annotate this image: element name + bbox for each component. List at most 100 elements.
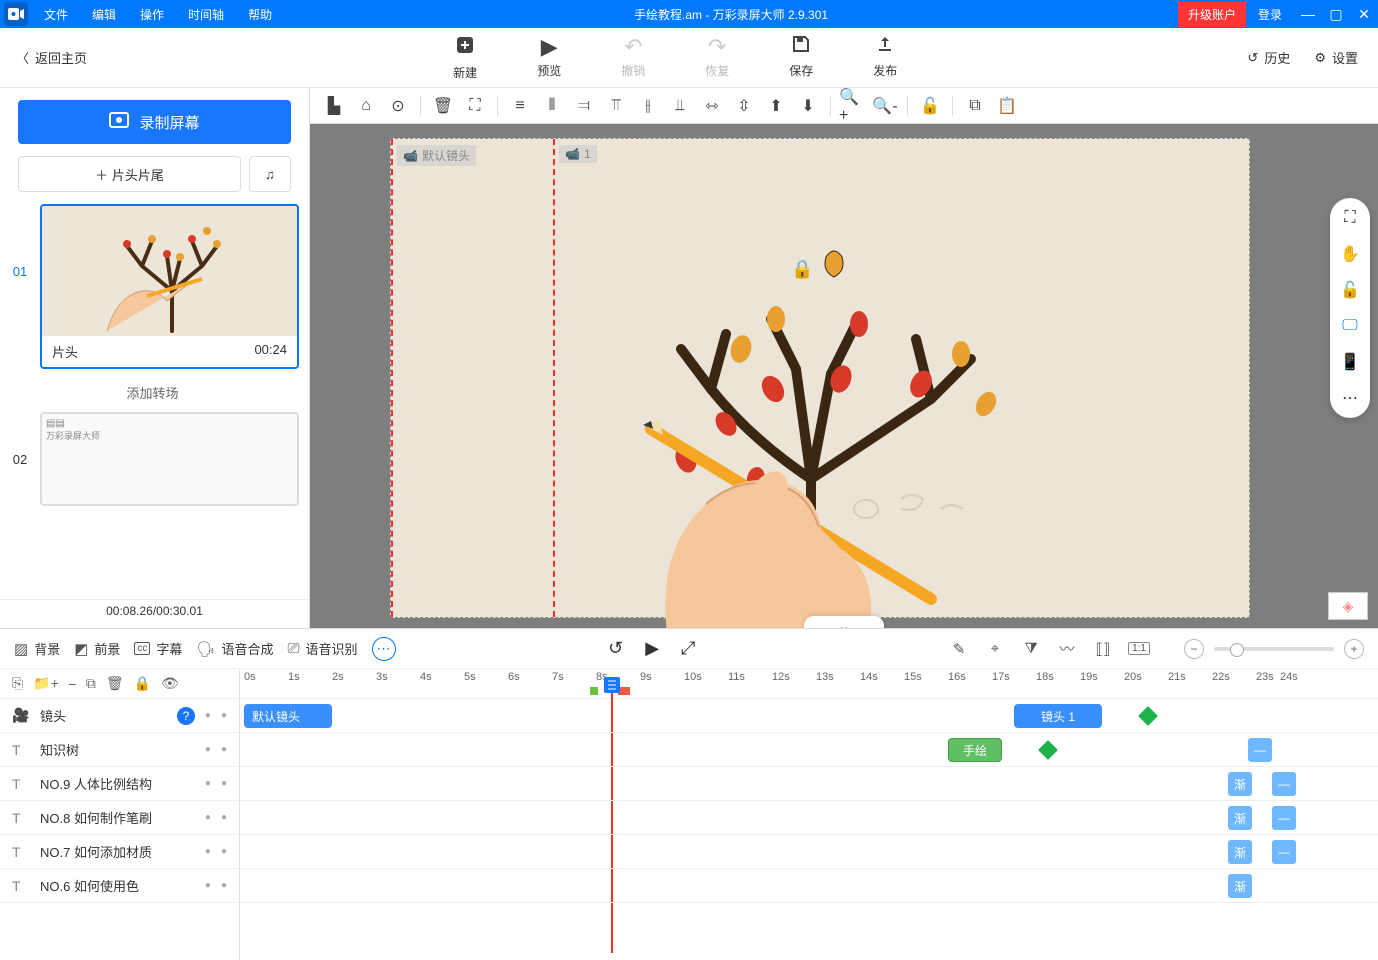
history-button[interactable]: ↺历史 [1247, 48, 1290, 67]
folder-add-icon[interactable]: 📁+ [33, 675, 59, 692]
cut-icon[interactable]: ⎯ [69, 675, 76, 692]
publish-button[interactable]: 发布 [873, 34, 897, 81]
intro-outro-button[interactable]: ＋ 片头片尾 [18, 156, 241, 192]
filter-icon[interactable]: ⧩ [1020, 640, 1042, 657]
rewind-button[interactable]: ↺ [608, 638, 623, 659]
zoom-in-button[interactable]: + [1344, 639, 1364, 659]
align-top-icon[interactable]: ⫪ [602, 92, 630, 120]
scene-list[interactable]: 01 片头 00:24 添加转场 [0, 204, 309, 599]
distribute-v-icon[interactable]: ⇳ [730, 92, 758, 120]
clip-fade[interactable]: 渐 [1228, 806, 1252, 830]
clip-dash[interactable]: — [1272, 806, 1296, 830]
paste-icon[interactable]: 📋 [993, 92, 1021, 120]
track-head[interactable]: T知识树●● [0, 733, 239, 767]
timeline-ruler[interactable]: 0s 1s 2s 3s 4s 5s 6s 7s 8s 9s 10s 11s 12… [240, 669, 1378, 699]
tabs-more-button[interactable]: ⋯ [372, 637, 396, 661]
mobile-mode-icon[interactable]: 📱 [1338, 352, 1362, 372]
record-screen-button[interactable]: 录制屏幕 [18, 100, 291, 144]
new-button[interactable]: 新建 [453, 34, 477, 81]
login-button[interactable]: 登录 [1246, 2, 1294, 27]
track-head[interactable]: TNO.8 如何制作笔刷●● [0, 801, 239, 835]
back-home-button[interactable]: 〈 返回主页 [0, 48, 103, 67]
undo-button[interactable]: ↶撤销 [621, 34, 645, 81]
track-row[interactable]: 渐 [240, 869, 1378, 903]
align-right-icon[interactable]: ⫤ [570, 92, 598, 120]
clip-default-camera[interactable]: 默认镜头 [244, 704, 332, 728]
lock-toggle-icon[interactable]: 🔓 [1338, 280, 1362, 300]
track-row[interactable]: 渐 — [240, 767, 1378, 801]
preview-button[interactable]: ▶预览 [537, 34, 561, 81]
tab-tts[interactable]: 🗣语音合成 [196, 639, 273, 658]
lock-track-icon[interactable]: 🔒 [134, 675, 151, 692]
align-v-center-icon[interactable]: ⫲ [634, 92, 662, 120]
more-horiz-icon[interactable]: ⊙ [384, 92, 412, 120]
menu-action[interactable]: 操作 [128, 6, 176, 23]
fullscreen-icon[interactable]: ⛶ [1338, 208, 1362, 228]
track-head[interactable]: TNO.9 人体比例结构●● [0, 767, 239, 801]
align-corner-icon[interactable]: ▙ [320, 92, 348, 120]
playhead[interactable] [604, 677, 620, 693]
tab-foreground[interactable]: ◩前景 [74, 639, 120, 658]
keyframe-diamond[interactable] [1137, 705, 1160, 728]
clip-dash[interactable]: — [1248, 738, 1272, 762]
ease-icon[interactable]: 〰 [1056, 638, 1078, 659]
track-head[interactable]: TNO.7 如何添加材质●● [0, 835, 239, 869]
screen-mode-icon[interactable]: 🖵 [1338, 316, 1362, 336]
collapse-handle[interactable]: ⌄ [804, 616, 884, 628]
align-h-center-icon[interactable]: ⫴ [538, 92, 566, 120]
tab-asr[interactable]: ⎚语音识别 [287, 639, 357, 658]
trash-icon[interactable]: 🗑 [429, 92, 457, 120]
close-button[interactable]: ✕ [1350, 0, 1378, 28]
track-head-camera[interactable]: 🎥 镜头 ? ● ● [0, 699, 239, 733]
clip-hand[interactable]: 手绘 [948, 738, 1002, 762]
clip-dash[interactable]: — [1272, 772, 1296, 796]
clip-camera-1[interactable]: 镜头 1 [1014, 704, 1102, 728]
track-row[interactable]: 默认镜头 镜头 1 [240, 699, 1378, 733]
home-icon[interactable]: ⌂ [352, 92, 380, 120]
zoom-out-button[interactable]: − [1184, 639, 1204, 659]
camera-label-default[interactable]: 📹默认镜头 [397, 145, 476, 166]
save-button[interactable]: 保存 [789, 34, 813, 81]
bring-front-icon[interactable]: ⬆ [762, 92, 790, 120]
track-dot[interactable]: ● [221, 710, 227, 721]
tab-background[interactable]: ▨背景 [14, 639, 60, 658]
visibility-icon[interactable]: 👁 [161, 675, 179, 692]
edit-icon[interactable]: ✎ [948, 640, 970, 658]
zoom-in-icon[interactable]: 🔍+ [839, 92, 867, 120]
keyframe-diamond[interactable] [1037, 739, 1060, 762]
clip-fade[interactable]: 渐 [1228, 772, 1252, 796]
expand-button[interactable]: ⤢ [681, 638, 695, 659]
distribute-h-icon[interactable]: ⇿ [698, 92, 726, 120]
range-icon[interactable]: ⟦⟧ [1092, 640, 1114, 658]
align-left-icon[interactable]: ≡ [506, 92, 534, 120]
music-button[interactable]: ♫ [249, 156, 291, 192]
tab-subtitle[interactable]: cc字幕 [134, 639, 182, 658]
camera-label-1[interactable]: 📹1 [559, 145, 597, 163]
track-row[interactable]: 渐 — [240, 835, 1378, 869]
scene-card[interactable]: ▤▤万彩录屏大师 [40, 412, 299, 506]
align-bottom-icon[interactable]: ⫫ [666, 92, 694, 120]
menu-timeline[interactable]: 时间轴 [176, 6, 236, 23]
clip-dash[interactable]: — [1272, 840, 1296, 864]
zoom-out-icon[interactable]: 🔍- [871, 92, 899, 120]
track-head[interactable]: TNO.6 如何使用色●● [0, 869, 239, 903]
clip-fade[interactable]: 渐 [1228, 840, 1252, 864]
zoom-slider[interactable] [1214, 647, 1334, 651]
delete-track-icon[interactable]: 🗑 [106, 675, 124, 692]
mini-preview-button[interactable]: ◈ [1328, 592, 1368, 620]
track-dot[interactable]: ● [205, 710, 211, 721]
duplicate-icon[interactable]: ⧉ [86, 675, 96, 692]
copy-icon[interactable]: ⧉ [961, 92, 989, 120]
settings-button[interactable]: ⚙设置 [1314, 48, 1358, 67]
play-button[interactable]: ▶ [645, 638, 659, 659]
keyframe-icon[interactable]: ⌖ [984, 640, 1006, 657]
send-back-icon[interactable]: ⬇ [794, 92, 822, 120]
track-row[interactable]: 渐 — [240, 801, 1378, 835]
hand-tool-icon[interactable]: ✋ [1338, 244, 1362, 264]
marker-green[interactable] [590, 687, 598, 695]
menu-file[interactable]: 文件 [32, 6, 80, 23]
redo-button[interactable]: ↷恢复 [705, 34, 729, 81]
track-row[interactable]: 手绘 — [240, 733, 1378, 767]
canvas[interactable]: 📹默认镜头 📹1 🔒 [390, 138, 1250, 618]
timeline-tracks[interactable]: 0s 1s 2s 3s 4s 5s 6s 7s 8s 9s 10s 11s 12… [240, 669, 1378, 960]
